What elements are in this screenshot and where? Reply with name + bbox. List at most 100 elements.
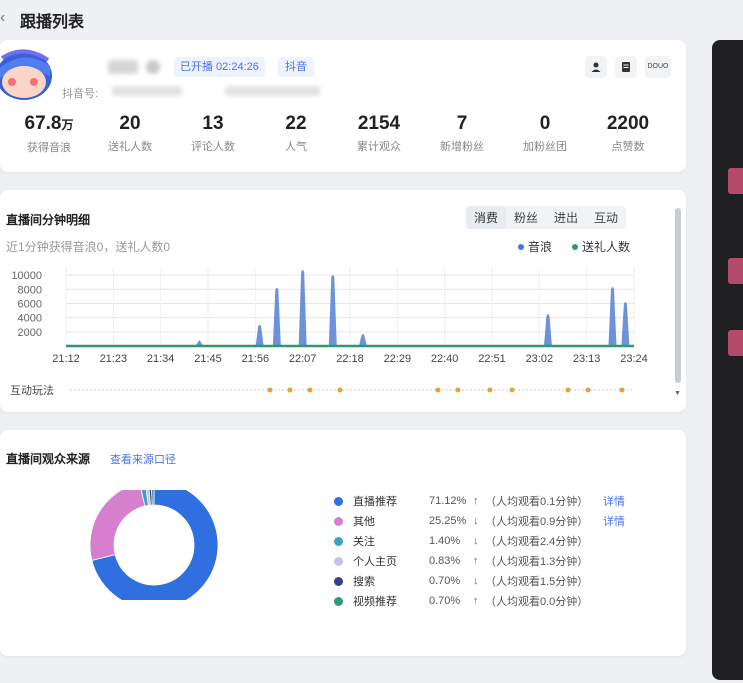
interaction-marker [487, 387, 493, 393]
trend-up-icon: ↑ [473, 595, 479, 607]
yinlang-spike [358, 333, 367, 346]
stat-total-viewers: 2154 累计观众 [357, 113, 401, 153]
detail-link[interactable]: 详情 [603, 493, 625, 509]
source-dot [334, 516, 343, 526]
tab-interaction[interactable]: 互动 [586, 206, 626, 229]
scroll-thumb[interactable] [675, 208, 681, 383]
y-tick-label: 4000 [18, 313, 42, 325]
x-tick-label: 22:18 [336, 353, 364, 365]
source-definition-link[interactable]: 查看来源口径 [110, 451, 176, 467]
yinlang-spike [543, 314, 552, 346]
trend-up-icon: ↑ [473, 495, 479, 507]
interaction-marker [307, 387, 313, 393]
interaction-marker [287, 387, 293, 393]
legend-gift-users[interactable]: 送礼人数 [572, 238, 630, 255]
interaction-marker [435, 387, 441, 393]
x-tick-label: 23:13 [573, 353, 601, 365]
minute-scrollbar[interactable]: ▼ [674, 200, 682, 400]
legend-dot [572, 243, 578, 250]
douyin-id-label: 抖音号: [62, 88, 99, 100]
donut-slice [89, 490, 146, 561]
yinlang-spike [298, 270, 307, 346]
douyin-logo[interactable]: DOUO [645, 56, 671, 78]
live-duration-badge: 已开播 02:24:26 [174, 57, 265, 77]
yinlang-spike [621, 302, 630, 346]
audience-source-title: 直播间观众来源 [6, 452, 91, 466]
x-tick-label: 22:07 [289, 353, 317, 365]
minute-tabs: 消费 粉丝 进出 互动 [466, 206, 627, 229]
avatar[interactable] [0, 46, 58, 102]
trend-up-icon: ↑ [473, 555, 479, 567]
interaction-marker [509, 387, 515, 393]
x-tick-label: 23:02 [526, 353, 554, 365]
douyin-id-value [112, 86, 182, 96]
source-dot [334, 596, 343, 606]
detail-link[interactable]: 详情 [603, 513, 625, 529]
stat-gift-users: 20 送礼人数 [108, 113, 152, 153]
source-row: 搜索 0.70% ↓ （人均观看1.5分钟） [334, 571, 603, 591]
streamer-name [108, 60, 138, 74]
top-bar: ‹ 跟播列表 [0, 0, 743, 38]
y-tick-label: 2000 [18, 327, 42, 339]
stats-row: 67.8万 获得音浪 20 送礼人数 13 评论人数 22 人气 2154 累计… [0, 112, 686, 162]
live-preview-panel[interactable] [712, 40, 743, 680]
preview-thumbnail[interactable] [728, 330, 743, 356]
x-tick-label: 21:45 [194, 353, 222, 365]
tab-in-out[interactable]: 进出 [546, 206, 586, 229]
interaction-label: 互动玩法 [10, 383, 54, 397]
x-tick-label: 21:56 [242, 353, 270, 365]
source-dot [334, 536, 343, 546]
trend-down-icon: ↓ [473, 535, 479, 547]
y-tick-label: 6000 [18, 298, 42, 310]
source-row: 个人主页 0.83% ↑ （人均观看1.3分钟） [334, 551, 603, 571]
x-tick-label: 21:34 [147, 353, 175, 365]
chevron-left-icon[interactable]: ‹ [0, 10, 5, 26]
minute-detail-card: 直播间分钟明细 消费 粉丝 进出 互动 近1分钟获得音浪0，送礼人数0 音浪 送… [0, 190, 686, 412]
legend-yinlang[interactable]: 音浪 [518, 238, 552, 255]
source-row: 其他 25.25% ↓ （人均观看0.9分钟） 详情 [334, 511, 625, 531]
source-dot [334, 496, 343, 506]
interaction-marker [337, 387, 343, 393]
document-icon[interactable] [615, 56, 637, 78]
stat-fan-club: 0 加粉丝团 [523, 113, 567, 153]
user-icon[interactable] [585, 56, 607, 78]
interaction-marker [267, 387, 273, 393]
source-row: 关注 1.40% ↓ （人均观看2.4分钟） [334, 531, 603, 551]
streamer-extra-info [225, 86, 320, 96]
x-tick-label: 22:29 [384, 353, 412, 365]
preview-thumbnail[interactable] [728, 258, 743, 284]
audience-source-donut [89, 490, 219, 600]
stat-comment-users: 13 评论人数 [191, 113, 235, 153]
y-tick-label: 10000 [11, 270, 42, 282]
tab-consume[interactable]: 消费 [466, 206, 507, 229]
y-tick-label: 8000 [18, 284, 42, 296]
interaction-marker [619, 387, 625, 393]
stat-new-fans: 7 新增粉丝 [440, 113, 484, 153]
stat-likes: 2200 点赞数 [606, 113, 650, 153]
streamer-card: 已开播 02:24:26 抖音 抖音号: DOUO 67.8万 获得音浪 20 … [0, 40, 686, 172]
source-row: 视频推荐 0.70% ↑ （人均观看0.0分钟） [334, 591, 603, 611]
source-dot [334, 576, 343, 586]
source-dot [334, 556, 343, 566]
yinlang-spike [608, 287, 617, 346]
yinlang-spike [272, 287, 281, 346]
minute-subtitle: 近1分钟获得音浪0，送礼人数0 [6, 240, 171, 254]
yinlang-spike [328, 275, 337, 346]
platform-badge: 抖音 [278, 57, 314, 77]
minute-line-chart: 10000 8000 6000 4000 2000 21:12 21:23 21:34 21:4… [10, 268, 648, 397]
x-tick-label: 21:12 [52, 353, 80, 365]
stat-popularity: 22 人气 [285, 113, 307, 153]
x-tick-label: 22:51 [478, 353, 506, 365]
tab-fans[interactable]: 粉丝 [506, 206, 546, 229]
minute-detail-title: 直播间分钟明细 [6, 213, 91, 227]
stat-yinlang: 67.8万 获得音浪 [24, 113, 74, 154]
scroll-down-icon[interactable]: ▼ [674, 390, 681, 397]
preview-thumbnail[interactable] [728, 168, 743, 194]
interaction-marker [585, 387, 591, 393]
page-title: 跟播列表 [20, 14, 85, 31]
yinlang-spike [255, 324, 264, 346]
x-tick-label: 22:40 [431, 353, 459, 365]
interaction-marker [455, 387, 461, 393]
x-tick-label: 23:24 [620, 353, 648, 365]
interaction-marker [565, 387, 571, 393]
